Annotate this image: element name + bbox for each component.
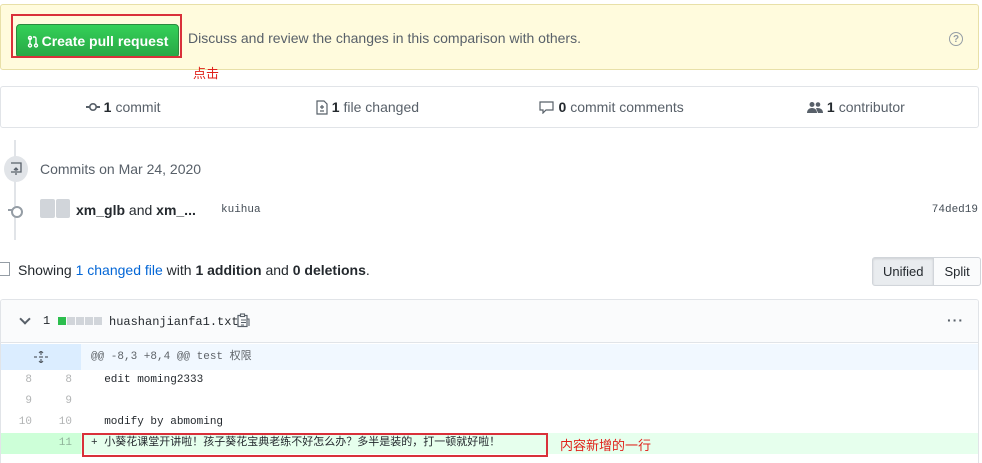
click-highlight-box [11, 14, 182, 58]
commit-sha-link[interactable]: 74ded19 [932, 204, 978, 216]
diff-line-code [81, 391, 978, 412]
files-changed-link[interactable]: 1 file changed [245, 87, 489, 127]
people-icon [806, 101, 823, 113]
contributors-label: contributor [838, 99, 905, 115]
diffstat-add-block [58, 317, 66, 325]
additions-count: 1 addition [195, 262, 262, 278]
file-icon [0, 262, 10, 276]
commit-icon [85, 102, 100, 112]
diff-summary-period: . [365, 262, 370, 278]
kebab-horizontal-icon[interactable]: ··· [947, 312, 964, 328]
new-line-number[interactable]: 9 [41, 391, 81, 412]
diff-view-toggle: Unified Split [872, 257, 981, 286]
files-count: 1 [331, 99, 340, 115]
commit-coauthor-link[interactable]: xm_... [156, 202, 196, 218]
comment-icon [539, 100, 555, 114]
diff-summary-showing: Showing [18, 262, 76, 278]
diffstat-neutral-block [85, 317, 93, 325]
diffstat-bar [58, 317, 102, 325]
banner-description: Discuss and review the changes in this c… [188, 30, 581, 46]
clippy-icon[interactable] [237, 313, 250, 328]
split-view-button[interactable]: Split [934, 257, 981, 286]
commits-count: 1 [103, 99, 112, 115]
avatar[interactable] [40, 199, 70, 218]
timeline-line [14, 140, 16, 240]
diff-summary-with: with [162, 262, 196, 278]
new-line-number[interactable]: 8 [41, 370, 81, 391]
repo-push-icon [4, 156, 28, 182]
commit-authors-and: and [125, 202, 157, 218]
new-line-number[interactable]: 10 [41, 412, 81, 433]
diff-line-code: modify by abmoming [91, 416, 224, 428]
numbers-summary: 1 commit 1 file changed 0 commit comment… [0, 86, 979, 128]
diffstat-neutral-block [94, 317, 102, 325]
commits-date-heading: Commits on Mar 24, 2020 [40, 161, 202, 177]
diffstat-neutral-block [76, 317, 84, 325]
old-line-number[interactable] [1, 433, 41, 454]
diff-line: 8 8 edit moming2333 [1, 370, 978, 391]
commits-label: commit [115, 99, 161, 115]
hunk-header: @@ -8,3 +8,4 @@ test 权限 [81, 344, 978, 370]
commits-count-link[interactable]: 1 commit [1, 87, 245, 127]
diff-summary-and: and [261, 262, 293, 278]
commit-message-link[interactable]: kuihua [221, 204, 261, 216]
diff-summary: Showing 1 changed file with 1 addition a… [18, 262, 370, 278]
old-line-number[interactable]: 10 [1, 412, 41, 433]
commit-comments-link[interactable]: 0 commit comments [490, 87, 734, 127]
commit-author-link[interactable]: xm_glb [76, 202, 125, 218]
old-line-number[interactable]: 9 [1, 391, 41, 412]
contributors-count: 1 [826, 99, 835, 115]
new-line-number[interactable]: 11 [41, 433, 81, 454]
chevron-down-icon[interactable] [19, 313, 31, 325]
files-label: file changed [343, 99, 420, 115]
comments-count: 0 [558, 99, 567, 115]
file-header: 1 huashanjianfa1.txt ··· [1, 300, 978, 343]
diff-line-code: edit moming2333 [91, 374, 204, 386]
old-line-number[interactable]: 8 [1, 370, 41, 391]
changed-files-link[interactable]: 1 changed file [76, 262, 163, 278]
diffstat-neutral-block [67, 317, 75, 325]
added-line-highlight-box [82, 433, 548, 457]
unified-view-button[interactable]: Unified [872, 257, 935, 286]
added-line-annotation: 内容新增的一行 [560, 438, 652, 453]
hunk-header-row: @@ -8,3 +8,4 @@ test 权限 [1, 344, 978, 370]
commit-icon [8, 203, 23, 218]
diff-line: 9 9 [1, 391, 978, 412]
file-diff-icon [316, 99, 328, 115]
comments-label: commit comments [570, 99, 684, 115]
file-change-count: 1 [43, 314, 51, 328]
help-icon[interactable]: ? [949, 32, 963, 46]
click-annotation: 点击 [193, 66, 220, 81]
diff-line: 10 10 modify by abmoming [1, 412, 978, 433]
unfold-icon[interactable] [1, 344, 81, 370]
commit-authors: xm_glb and xm_... [76, 202, 196, 218]
deletions-count: 0 deletions [292, 262, 366, 278]
contributors-link[interactable]: 1 contributor [734, 87, 978, 127]
file-name-link[interactable]: huashanjianfa1.txt [109, 315, 239, 329]
